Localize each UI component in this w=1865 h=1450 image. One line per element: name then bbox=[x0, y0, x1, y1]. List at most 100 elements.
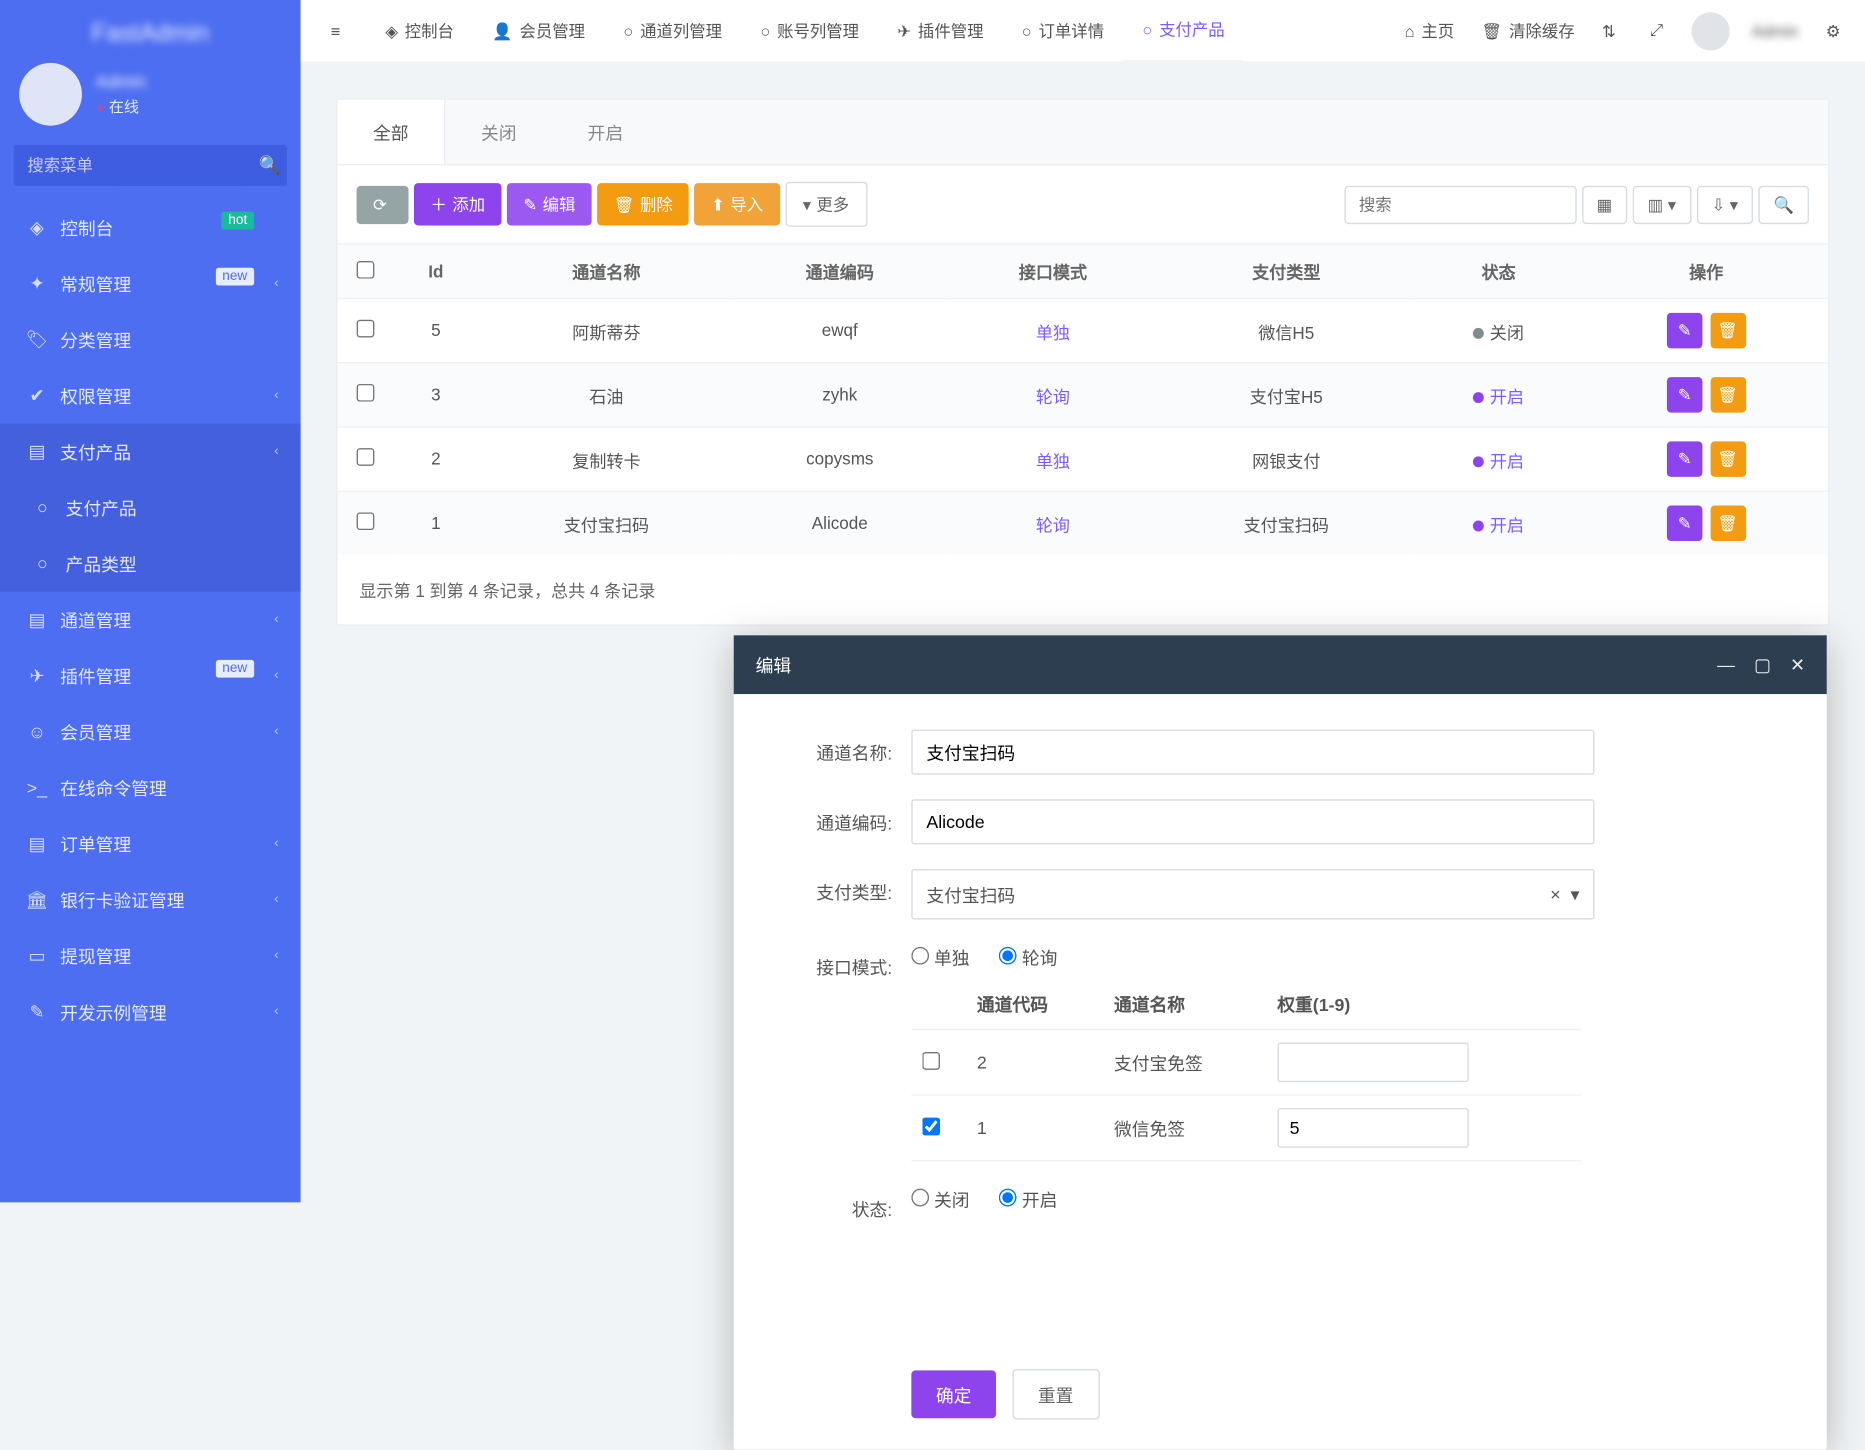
row-edit-button[interactable]: ✎ bbox=[1667, 313, 1703, 349]
topnav-item[interactable]: ○通道列管理 bbox=[604, 0, 741, 62]
col-header[interactable]: 支付类型 bbox=[1160, 244, 1414, 299]
sidebar-item[interactable]: ▤通道管理‹ bbox=[0, 592, 301, 648]
row-edit-button[interactable]: ✎ bbox=[1667, 377, 1703, 413]
topnav-item[interactable]: ○账号列管理 bbox=[741, 0, 878, 62]
input-channel-name[interactable] bbox=[911, 730, 1594, 775]
row-delete-button[interactable]: 🗑 bbox=[1710, 313, 1746, 349]
topnav-item[interactable]: ○支付产品 bbox=[1123, 0, 1244, 62]
inner-checkbox[interactable] bbox=[922, 1117, 940, 1135]
cell-status[interactable]: 关闭 bbox=[1413, 299, 1584, 363]
inner-checkbox[interactable] bbox=[922, 1051, 940, 1069]
cell-mode[interactable]: 单独 bbox=[1036, 323, 1070, 342]
menu-label: 支付产品 bbox=[60, 439, 131, 465]
row-delete-button[interactable]: 🗑 bbox=[1710, 377, 1746, 413]
filter-tab[interactable]: 全部 bbox=[337, 100, 445, 164]
sidebar-item[interactable]: ▤订单管理‹ bbox=[0, 816, 301, 872]
settings-button[interactable]: ⚙ bbox=[1812, 0, 1854, 62]
topnav-item[interactable]: ◈控制台 bbox=[366, 0, 473, 62]
topnav-item[interactable]: ✈插件管理 bbox=[878, 0, 1002, 62]
radio-mode-poll[interactable]: 轮询 bbox=[999, 948, 1057, 968]
col-header[interactable] bbox=[337, 244, 392, 299]
edit-button[interactable]: ✎编辑 bbox=[507, 183, 592, 225]
radio-status-off[interactable]: 关闭 bbox=[911, 1190, 969, 1210]
refresh-button[interactable]: ⟳ bbox=[357, 185, 409, 223]
row-checkbox[interactable] bbox=[356, 448, 374, 466]
add-button[interactable]: ＋添加 bbox=[414, 183, 501, 225]
filter-tab[interactable]: 关闭 bbox=[445, 100, 552, 164]
topnav-action[interactable]: 🗑清除缓存 bbox=[1468, 0, 1589, 62]
dialog-header[interactable]: 编辑 — ▢ ✕ bbox=[734, 635, 1827, 694]
maximize-icon[interactable]: ▢ bbox=[1754, 654, 1771, 676]
search-toggle-button[interactable]: 🔍 bbox=[1758, 185, 1808, 223]
col-header[interactable]: 通道名称 bbox=[480, 244, 734, 299]
cell-status[interactable]: 开启 bbox=[1413, 491, 1584, 555]
topnav-action[interactable]: ⌂主页 bbox=[1391, 0, 1468, 62]
sidebar-item[interactable]: >_在线命令管理 bbox=[0, 760, 301, 816]
sidebar-item[interactable]: ✈插件管理‹ bbox=[0, 648, 301, 704]
top-username[interactable]: Admin bbox=[1738, 0, 1812, 62]
cell-name: 阿斯蒂芬 bbox=[480, 299, 734, 363]
col-header[interactable]: 通道编码 bbox=[733, 244, 946, 299]
confirm-button[interactable]: 确定 bbox=[911, 1370, 996, 1418]
more-button[interactable]: ▾更多 bbox=[785, 182, 867, 227]
delete-button[interactable]: 🗑删除 bbox=[597, 183, 689, 225]
export-button[interactable]: ⇩ ▾ bbox=[1696, 185, 1753, 223]
search-icon: 🔍 bbox=[259, 154, 281, 176]
menu-search-button[interactable]: 🔍 bbox=[253, 145, 287, 186]
topnav-item[interactable]: ≡ bbox=[312, 0, 367, 62]
table-search-input[interactable] bbox=[1344, 185, 1576, 223]
menu-icon: ✈ bbox=[22, 665, 52, 687]
sidebar-item[interactable]: ▭提现管理‹ bbox=[0, 928, 301, 984]
select-all-checkbox[interactable] bbox=[356, 260, 374, 278]
topnav-icon: ⇅ bbox=[1602, 21, 1616, 40]
row-checkbox[interactable] bbox=[356, 320, 374, 338]
topnav-item[interactable]: ○订单详情 bbox=[1003, 0, 1124, 62]
input-channel-code[interactable] bbox=[911, 799, 1594, 844]
col-header[interactable]: 状态 bbox=[1413, 244, 1584, 299]
row-edit-button[interactable]: ✎ bbox=[1667, 441, 1703, 477]
row-checkbox[interactable] bbox=[356, 512, 374, 530]
top-avatar[interactable] bbox=[1692, 12, 1730, 50]
reset-button[interactable]: 重置 bbox=[1012, 1369, 1099, 1420]
inner-weight-input[interactable] bbox=[1277, 1042, 1468, 1082]
topnav-label: 通道列管理 bbox=[640, 19, 722, 42]
topnav-action[interactable]: ⤢ bbox=[1636, 0, 1683, 62]
cell-mode[interactable]: 轮询 bbox=[1036, 516, 1070, 535]
columns-button[interactable]: ▥ ▾ bbox=[1633, 185, 1691, 223]
sidebar-item[interactable]: ✦常规管理‹ bbox=[0, 255, 301, 311]
select-pay-type[interactable]: 支付宝扫码 × ▾ bbox=[911, 869, 1594, 920]
filter-tab[interactable]: 开启 bbox=[552, 100, 659, 164]
cell-mode[interactable]: 轮询 bbox=[1036, 387, 1070, 406]
toggle-view-button[interactable]: ▦ bbox=[1582, 185, 1628, 223]
row-delete-button[interactable]: 🗑 bbox=[1710, 441, 1746, 477]
close-icon[interactable]: ✕ bbox=[1790, 654, 1805, 676]
sidebar-subitem[interactable]: ○支付产品 bbox=[0, 480, 301, 536]
sidebar-item[interactable]: 🏷分类管理 bbox=[0, 312, 301, 368]
sidebar-item[interactable]: ▤支付产品‹ bbox=[0, 424, 301, 480]
menu-search-input[interactable] bbox=[14, 145, 253, 186]
col-header[interactable]: Id bbox=[392, 244, 480, 299]
col-header[interactable]: 操作 bbox=[1584, 244, 1828, 299]
topnav-label: 控制台 bbox=[405, 19, 454, 42]
sidebar-item[interactable]: ☺会员管理‹ bbox=[0, 704, 301, 760]
sidebar-item[interactable]: ◈控制台 bbox=[0, 199, 301, 255]
sidebar-item[interactable]: 🏛银行卡验证管理‹ bbox=[0, 872, 301, 928]
sidebar-subitem[interactable]: ○产品类型 bbox=[0, 536, 301, 592]
row-checkbox[interactable] bbox=[356, 384, 374, 402]
col-header[interactable]: 接口模式 bbox=[946, 244, 1159, 299]
radio-status-on[interactable]: 开启 bbox=[999, 1190, 1057, 1210]
cell-status[interactable]: 开启 bbox=[1413, 427, 1584, 491]
cell-status[interactable]: 开启 bbox=[1413, 363, 1584, 427]
cell-mode[interactable]: 单独 bbox=[1036, 452, 1070, 471]
topnav-action[interactable]: ⇅ bbox=[1588, 0, 1636, 62]
topnav-item[interactable]: 👤会员管理 bbox=[473, 0, 604, 62]
ih-weight: 权重(1-9) bbox=[1266, 978, 1580, 1029]
sidebar-item[interactable]: ✎开发示例管理‹ bbox=[0, 984, 301, 1040]
radio-mode-single[interactable]: 单独 bbox=[911, 948, 969, 968]
sidebar-item[interactable]: ✔权限管理‹ bbox=[0, 368, 301, 424]
inner-weight-input[interactable] bbox=[1277, 1108, 1468, 1148]
import-button[interactable]: ⬆导入 bbox=[695, 183, 780, 225]
row-edit-button[interactable]: ✎ bbox=[1667, 506, 1703, 542]
minimize-icon[interactable]: — bbox=[1717, 654, 1735, 676]
row-delete-button[interactable]: 🗑 bbox=[1710, 506, 1746, 542]
